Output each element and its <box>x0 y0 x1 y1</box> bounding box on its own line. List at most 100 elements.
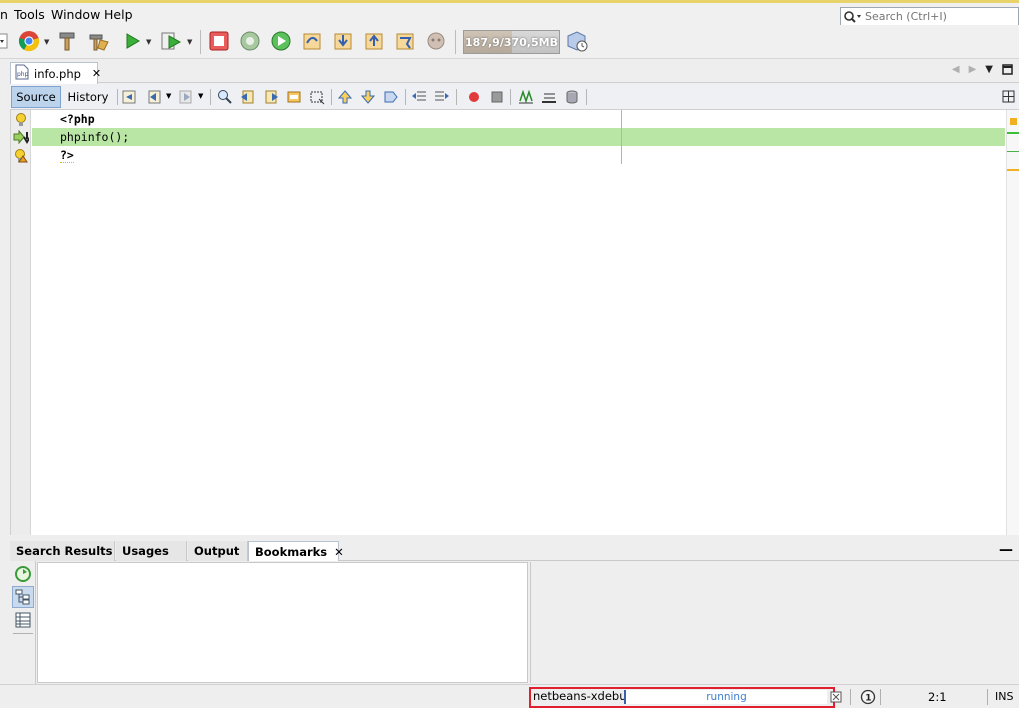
toolbar-separator <box>455 30 456 54</box>
debug-dropdown-icon[interactable]: ▼ <box>187 38 192 46</box>
debug-session-name: netbeans-xdebug <box>533 689 634 703</box>
find-previous-icon[interactable] <box>239 88 257 106</box>
tab-usages[interactable]: Usages <box>116 541 187 561</box>
browser-dropdown-icon[interactable]: ▼ <box>44 38 49 46</box>
scroll-right-icon[interactable]: ▶ <box>969 64 977 78</box>
back-dropdown-icon[interactable]: ▼ <box>166 92 171 100</box>
build-hammer-icon[interactable] <box>56 29 80 53</box>
editor-gutter[interactable] <box>11 110 31 535</box>
tab-navigation: ◀ ▶ ▼ <box>952 64 1013 78</box>
insert-mode: INS <box>995 690 1014 703</box>
chrome-browser-icon[interactable] <box>17 29 41 53</box>
scroll-left-icon[interactable]: ◀ <box>952 64 960 78</box>
tree-view-icon[interactable] <box>12 586 34 608</box>
clean-build-icon[interactable] <box>87 29 111 53</box>
close-icon[interactable]: ✕ <box>334 545 344 559</box>
shift-line-left-icon[interactable] <box>410 88 428 106</box>
current-line-mark[interactable] <box>1007 132 1019 134</box>
error-stripe[interactable] <box>1006 110 1019 535</box>
maximize-window-icon[interactable] <box>1002 64 1013 78</box>
stop-debug-icon[interactable] <box>207 29 231 53</box>
toolbar-separator <box>117 89 118 105</box>
debug-project-icon[interactable] <box>160 29 184 53</box>
progress-status: running <box>706 691 747 703</box>
bookmarks-list[interactable] <box>37 562 528 683</box>
comment-icon[interactable] <box>517 88 535 106</box>
step-over-icon[interactable] <box>300 29 324 53</box>
search-icon[interactable] <box>841 8 865 25</box>
source-view-button[interactable]: Source <box>11 86 61 108</box>
right-margin-guide <box>621 110 622 164</box>
toggle-rectangular-selection-icon[interactable] <box>308 88 326 106</box>
pause-debug-icon[interactable] <box>238 29 262 53</box>
toggle-highlight-search-icon[interactable] <box>285 88 303 106</box>
close-icon[interactable]: ✕ <box>92 67 101 80</box>
table-view-icon[interactable] <box>12 609 34 631</box>
warning-bulb-icon[interactable] <box>13 148 29 164</box>
minimize-window-icon[interactable]: — <box>999 542 1013 558</box>
apply-code-changes-icon[interactable] <box>424 29 448 53</box>
output-tab-bar: Search Results Usages Output Bookmarks ✕… <box>10 541 1019 561</box>
show-opened-documents-icon[interactable]: ▼ <box>985 64 993 78</box>
hint-bulb-icon[interactable] <box>13 112 29 128</box>
warning-mark[interactable] <box>1010 118 1017 125</box>
toggle-bookmark-icon[interactable] <box>382 88 400 106</box>
quick-search[interactable] <box>840 7 1019 26</box>
hint-mark[interactable] <box>1007 169 1019 171</box>
notifications-count: 1 <box>865 694 871 704</box>
previous-bookmark-icon[interactable] <box>336 88 354 106</box>
toolbar-separator <box>510 89 511 105</box>
database-icon[interactable] <box>563 88 581 106</box>
search-input[interactable] <box>865 10 1015 23</box>
find-selection-icon[interactable] <box>216 88 234 106</box>
stop-macro-recording-icon[interactable] <box>488 88 506 106</box>
next-bookmark-icon[interactable] <box>359 88 377 106</box>
code-text: <?php <box>60 112 95 126</box>
toolbar-separator <box>200 30 201 54</box>
menu-tools[interactable]: Tools <box>14 7 45 22</box>
menu-run-truncated[interactable]: n <box>0 7 8 22</box>
tab-bookmarks[interactable]: Bookmarks ✕ <box>248 541 344 561</box>
notifications-icon[interactable]: 1 <box>860 689 876 705</box>
forward-icon[interactable] <box>177 88 195 106</box>
find-next-icon[interactable] <box>262 88 280 106</box>
back-icon[interactable] <box>146 88 164 106</box>
uncomment-icon[interactable] <box>540 88 558 106</box>
step-out-icon[interactable] <box>362 29 386 53</box>
refresh-icon[interactable] <box>12 563 34 585</box>
start-macro-recording-icon[interactable] <box>465 88 483 106</box>
main-toolbar: ▼ ▼ ▼ 187,9/370,5MB <box>0 25 1019 59</box>
debug-progress-bar[interactable]: running <box>624 690 827 704</box>
memory-usage-indicator[interactable]: 187,9/370,5MB <box>463 30 560 54</box>
svg-text:php: php <box>17 71 29 78</box>
run-project-icon[interactable] <box>120 29 144 53</box>
forward-dropdown-icon[interactable]: ▼ <box>198 92 203 100</box>
debug-mark[interactable] <box>1007 151 1019 152</box>
menu-help[interactable]: Help <box>104 7 133 22</box>
profiler-snapshot-icon[interactable] <box>565 29 589 53</box>
tab-search-results[interactable]: Search Results <box>10 541 115 561</box>
shift-line-right-icon[interactable] <box>433 88 451 106</box>
toolbar-separator <box>405 89 406 105</box>
tab-info-php[interactable]: php info.php ✕ <box>10 62 101 84</box>
code-editor[interactable]: <?php phpinfo(); ?> <box>10 110 1019 535</box>
step-into-icon[interactable] <box>331 29 355 53</box>
code-line-3[interactable]: ?> <box>32 146 1005 164</box>
code-area[interactable]: <?php phpinfo(); ?> <box>32 110 1005 535</box>
code-line-1[interactable]: <?php <box>32 110 1005 128</box>
cancel-process-icon[interactable] <box>828 689 844 705</box>
code-text: ?> <box>60 148 74 163</box>
chevron-down-icon[interactable] <box>0 29 12 53</box>
run-to-cursor-icon[interactable] <box>393 29 417 53</box>
code-line-2-current[interactable]: phpinfo(); <box>32 128 1005 146</box>
toolbar-separator <box>586 89 587 105</box>
run-dropdown-icon[interactable]: ▼ <box>146 38 151 46</box>
toolbar-separator <box>331 89 332 105</box>
tab-output[interactable]: Output <box>188 541 248 561</box>
menu-window[interactable]: Window <box>51 7 100 22</box>
continue-debug-icon[interactable] <box>269 29 293 53</box>
history-view-button[interactable]: History <box>63 86 113 108</box>
bookmark-preview <box>530 562 1019 683</box>
last-edit-icon[interactable] <box>121 88 139 106</box>
split-window-icon[interactable] <box>1000 88 1018 106</box>
